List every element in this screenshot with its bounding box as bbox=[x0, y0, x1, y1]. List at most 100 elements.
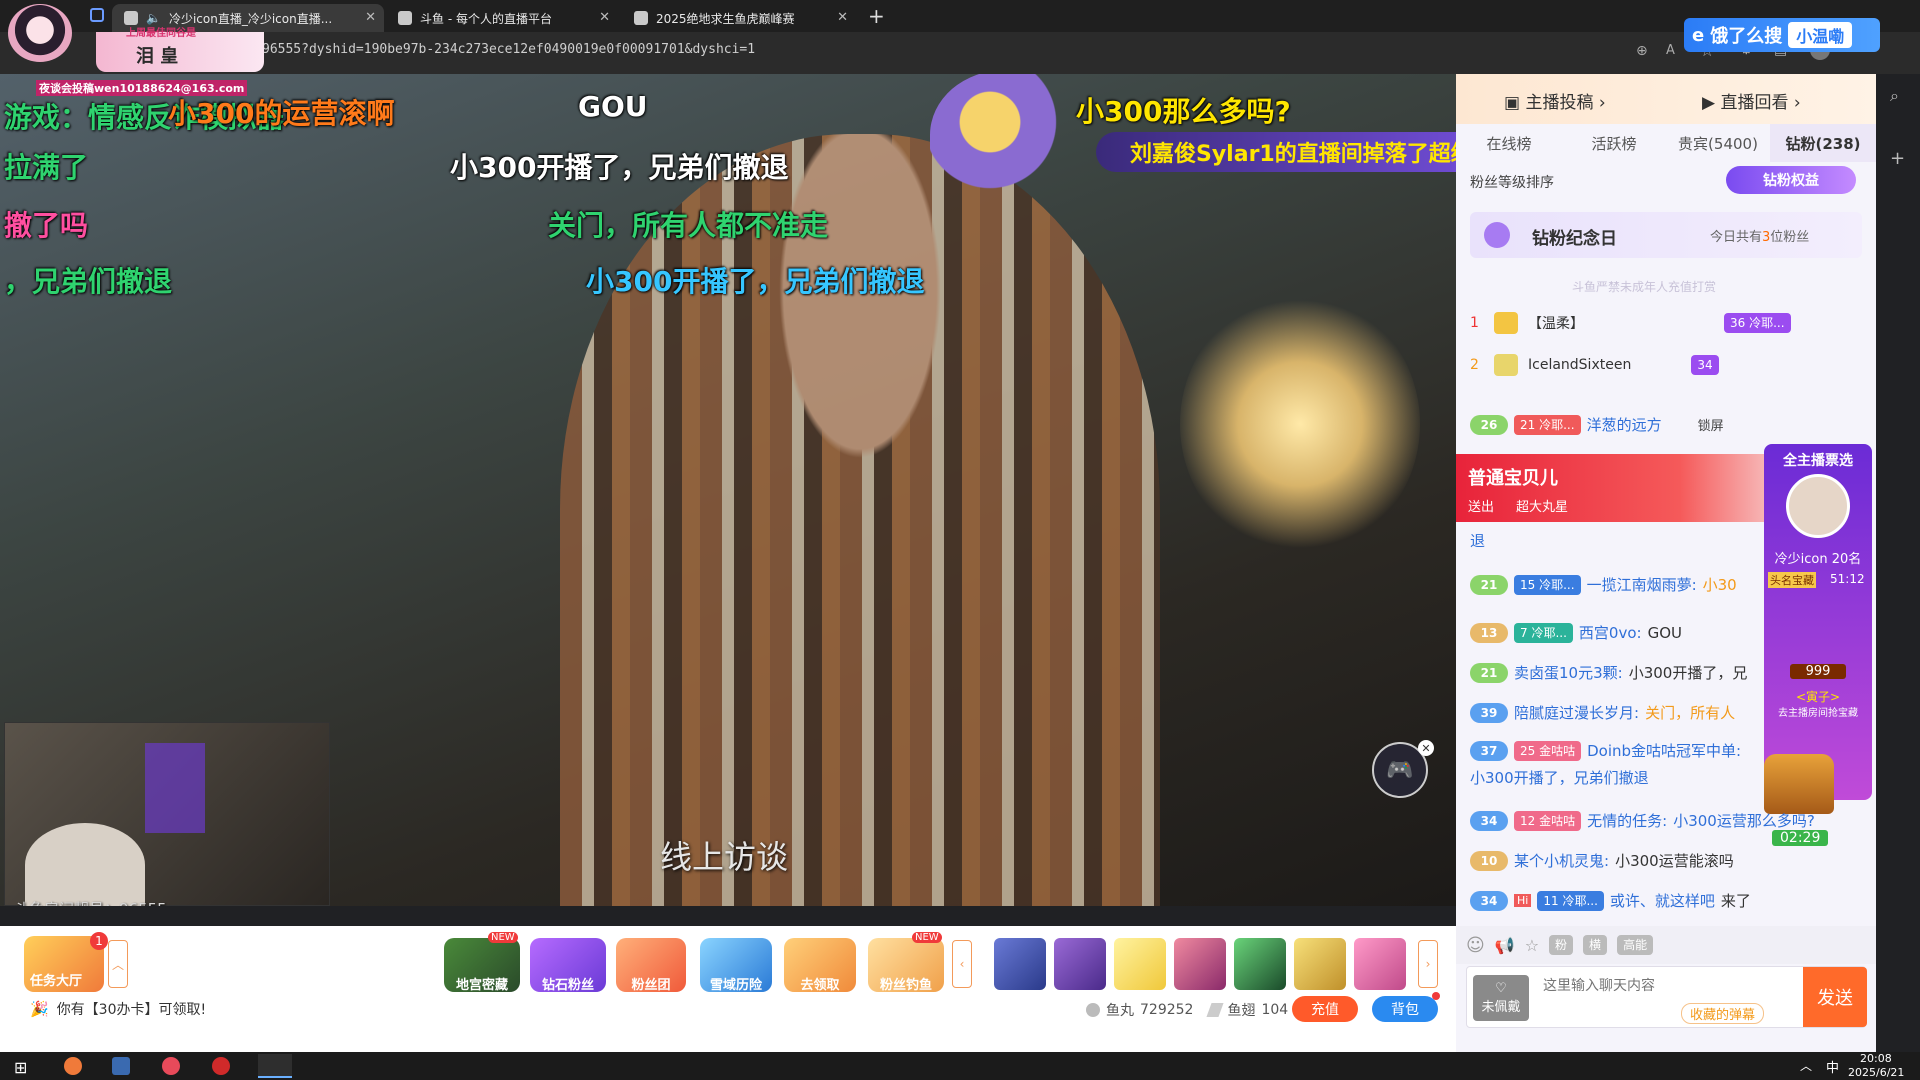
douyu-tab-icon bbox=[398, 11, 412, 25]
game-button-snow[interactable]: 雪域历险 bbox=[700, 938, 772, 993]
gift-broadcast-banner: 刘嘉俊Sylar1的直播间掉落了超级 bbox=[1096, 132, 1456, 172]
danmu-item: 关门，所有人都不准走 bbox=[548, 209, 829, 242]
notice-bar[interactable]: 🎉 你有【30办卡】可领取! bbox=[30, 998, 350, 1020]
game-button-fan-club[interactable]: 粉丝团 bbox=[616, 938, 686, 993]
backpack-dot bbox=[1432, 992, 1440, 1000]
ime-indicator[interactable]: 中 bbox=[1826, 1057, 1839, 1076]
mute-icon[interactable]: 🔈 bbox=[146, 11, 161, 25]
game-button-diamond-fans[interactable]: 钻石粉丝 bbox=[530, 938, 606, 993]
edge-browser-icon[interactable] bbox=[258, 1054, 292, 1078]
treasure-chest-icon[interactable] bbox=[1764, 754, 1834, 814]
tab-active-rank[interactable]: 活跃榜 bbox=[1562, 124, 1666, 162]
gift-scroll-left[interactable]: ‹ bbox=[952, 940, 972, 988]
chat-message[interactable]: 26 21 冷耶... 洋葱的远方 锁屏 bbox=[1470, 414, 1724, 435]
replay-link[interactable]: ▶ 直播回看 › bbox=[1702, 88, 1801, 113]
lock-screen-toggle[interactable]: 锁屏 bbox=[1698, 415, 1724, 434]
clock-date: 2025/6/21 bbox=[1848, 1066, 1905, 1079]
recharge-button[interactable]: 充值 bbox=[1292, 996, 1358, 1022]
search-banner[interactable]: e 饿了么搜 小温嘞 bbox=[1684, 18, 1880, 52]
danmu-item: 小300开播了，兄弟们撤退 bbox=[450, 151, 789, 184]
speaker-icon[interactable]: 📢 bbox=[1495, 936, 1515, 955]
chat-message[interactable]: 10 某个小机灵鬼: 小300运营能滚吗 bbox=[1470, 850, 1734, 871]
video-player[interactable]: 夜谈会投稿wen10188624@163.com 游戏：情感反诈模拟器 小300… bbox=[0, 74, 1456, 906]
heart-icon: ♡ bbox=[1495, 981, 1507, 996]
video-subject bbox=[560, 134, 1160, 906]
vote-card[interactable]: 全主播票选 冷少icon 20名 头名宝藏 51:12 999 <寅子> 去主播… bbox=[1764, 444, 1872, 800]
game-button-dungeon[interactable]: NEW 地宫密藏 bbox=[444, 932, 520, 993]
close-tab-icon[interactable]: ✕ bbox=[599, 10, 610, 25]
video-subtitle: 线上访谈 bbox=[660, 838, 789, 876]
profile-avatar[interactable] bbox=[8, 4, 72, 62]
taskbar-app-icon[interactable] bbox=[212, 1057, 230, 1075]
gift-item[interactable] bbox=[1054, 938, 1106, 990]
gift-item[interactable] bbox=[1294, 938, 1346, 990]
gift-scroll-right[interactable]: › bbox=[1418, 940, 1438, 988]
rank-row[interactable]: 1 【温柔】 36 冷耶... bbox=[1470, 308, 1800, 338]
rocket-icon bbox=[930, 74, 1080, 200]
tab-online-rank[interactable]: 在线榜 bbox=[1456, 124, 1562, 162]
gift-item[interactable] bbox=[994, 938, 1046, 990]
fan-rights-button[interactable]: 钻粉权益 bbox=[1726, 166, 1856, 194]
sidebar-search-icon[interactable]: ⌕ bbox=[1890, 86, 1899, 106]
url-input[interactable]: 96555?dyshid=190be97b-234c273ece12ef0490… bbox=[262, 42, 755, 57]
anniversary-hint: 斗鱼严禁未成年人充值打赏 bbox=[1572, 280, 1717, 294]
streamer-webcam bbox=[4, 722, 330, 906]
task-hall-button[interactable]: 任务大厅 1 bbox=[24, 932, 108, 992]
tray-chevron-icon[interactable]: ︿ bbox=[1800, 1057, 1812, 1074]
chat-message[interactable]: 34 12 金咕咕 无情的任务: 小300运营那么多吗? bbox=[1470, 810, 1815, 831]
contribute-link[interactable]: ▣ 主播投稿 › bbox=[1504, 88, 1606, 113]
star-icon[interactable]: ☆ bbox=[1525, 936, 1539, 955]
gift-item[interactable] bbox=[1174, 938, 1226, 990]
emoji-icon[interactable]: ☺ bbox=[1466, 935, 1485, 956]
tab-2[interactable]: 斗鱼 - 每个人的直播平台 ✕ bbox=[386, 4, 618, 32]
panel-header: ▣ 主播投稿 › ▶ 直播回看 › bbox=[1456, 74, 1876, 124]
chat-input[interactable] bbox=[1543, 971, 1763, 999]
sidebar-add-icon[interactable]: + bbox=[1890, 148, 1905, 169]
tab-diamond-fans[interactable]: 钻粉(238) bbox=[1770, 124, 1876, 162]
fan-badge-slot[interactable]: ♡ 未佩戴 bbox=[1473, 975, 1529, 1021]
rank-row[interactable]: 2 IcelandSixteen 34 bbox=[1470, 350, 1800, 380]
anniversary-card: 钻粉纪念日 今日共有3位粉丝 bbox=[1470, 212, 1862, 258]
e-logo-icon: e bbox=[1692, 24, 1705, 46]
taskbar-app-icon[interactable] bbox=[112, 1057, 130, 1075]
chat-message[interactable]: 39 陪腻庭过漫长岁月: 关门，所有人 bbox=[1470, 702, 1735, 723]
danmu-item: ，兄弟们撤退 bbox=[4, 265, 173, 298]
chest-timer: 02:29 bbox=[1772, 830, 1829, 846]
close-tab-icon[interactable]: ✕ bbox=[365, 10, 376, 25]
address-bar: 上周最佳同谷是 泪 皇 96555?dyshid=190be97b-234c27… bbox=[0, 28, 1920, 74]
taskbar-app-icon[interactable] bbox=[64, 1057, 82, 1075]
zoom-icon[interactable]: ⊕ bbox=[1636, 43, 1648, 59]
backpack-button[interactable]: 背包 bbox=[1372, 996, 1438, 1022]
gift-item[interactable] bbox=[1234, 938, 1286, 990]
chat-message[interactable]: 21 15 冷耶... 一揽江南烟雨夢: 小30 bbox=[1470, 574, 1737, 595]
wallet-info: 鱼丸 729252 鱼翅 104 bbox=[1086, 1000, 1288, 1020]
chat-message[interactable]: 21 卖卤蛋10元3颗: 小300开播了，兄 bbox=[1470, 662, 1747, 683]
windows-start-icon[interactable]: ⊞ bbox=[14, 1058, 27, 1077]
gift-bar: 任务大厅 1 ︿ NEW 地宫密藏 钻石粉丝 粉丝团 雪域历险 去领取 NEW … bbox=[0, 926, 1456, 1052]
fishfin-icon bbox=[1206, 1003, 1225, 1017]
danmu-item: 拉满了 bbox=[4, 151, 89, 184]
close-tab-icon[interactable]: ✕ bbox=[837, 10, 848, 25]
fishball-icon bbox=[1086, 1003, 1100, 1017]
gift-item[interactable] bbox=[1114, 938, 1166, 990]
taskbar-app-icon[interactable] bbox=[162, 1057, 180, 1075]
game-button-fishing[interactable]: NEW 粉丝钓鱼 bbox=[868, 932, 944, 993]
gift-item[interactable] bbox=[1354, 938, 1406, 990]
windows-taskbar: ⊞ ︿ 中 20:08 2025/6/21 bbox=[0, 1052, 1920, 1080]
chat-message[interactable]: 13 7 冷耶... 西宫0vo: GOU bbox=[1470, 622, 1682, 643]
read-aloud-icon[interactable]: A bbox=[1666, 43, 1675, 58]
tab-actions-icon[interactable] bbox=[90, 8, 104, 22]
new-tab-button[interactable]: + bbox=[868, 4, 885, 28]
send-button[interactable]: 发送 bbox=[1803, 967, 1867, 1027]
tab-3[interactable]: 2025绝地求生鱼虎巅峰赛 ✕ bbox=[622, 4, 856, 32]
favorite-danmu-button[interactable]: 收藏的弹幕 bbox=[1681, 1003, 1765, 1024]
tab-vip[interactable]: 贵宾(5400) bbox=[1666, 124, 1770, 162]
megaphone-icon: 🎉 bbox=[30, 1000, 49, 1018]
chat-message[interactable]: 37 25 金咕咕 Doinb金咕咕冠军中单: 小300开播了，兄弟们撤退 bbox=[1470, 740, 1770, 788]
fan-sort[interactable]: 粉丝等级排序 bbox=[1470, 172, 1554, 192]
expand-arrow-button[interactable]: ︿ bbox=[108, 940, 128, 988]
game-button-claim[interactable]: 去领取 bbox=[784, 938, 856, 993]
browser-tab-bar: 🔈 冷少icon直播_冷少icon直播... ✕ 斗鱼 - 每个人的直播平台 ✕… bbox=[0, 0, 1920, 62]
close-icon[interactable]: ✕ bbox=[1418, 740, 1434, 756]
chat-message[interactable]: 34 Hi 11 冷耶... 或许、就这样吧 来了 bbox=[1470, 890, 1751, 911]
